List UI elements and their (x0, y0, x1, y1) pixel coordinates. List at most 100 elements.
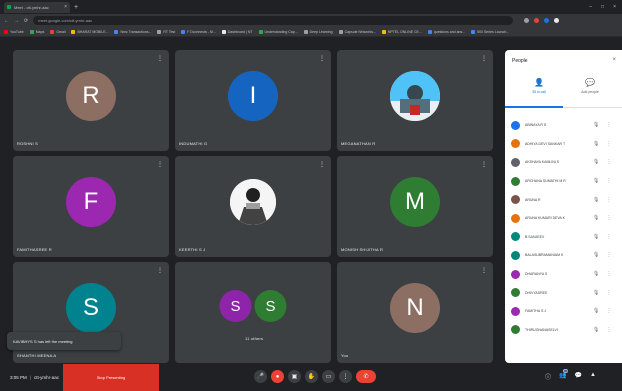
participant-name: ADHIYA DEVI SANKAR T (525, 141, 566, 146)
participant-row[interactable]: BALASUBRAMANIAM K 🎙 ⋮ (505, 246, 622, 265)
bookmark-item[interactable]: Deep Learning (303, 29, 333, 34)
participant-avatar (511, 157, 520, 167)
participant-tile[interactable]: I ⋮ INDUMATHI G (175, 50, 331, 151)
reload-icon[interactable]: ⟳ (24, 18, 28, 24)
participant-avatar (511, 139, 520, 149)
extension-icon[interactable] (534, 18, 540, 23)
participant-row[interactable]: ARUNA KUMARI DEVA K 🎙 ⋮ (505, 209, 622, 228)
more-options-icon[interactable]: ⋮ (606, 234, 611, 240)
tile-more-icon[interactable]: ⋮ (157, 161, 163, 168)
extension-icon[interactable] (544, 18, 550, 23)
participant-row[interactable]: ARCHANA SUMATHI M R 🎙 ⋮ (505, 172, 622, 191)
participant-avatar (511, 250, 520, 260)
participant-row[interactable]: DHIVYASREE 🎙 ⋮ (505, 283, 622, 302)
participant-row[interactable]: AKSHAYA KAMLINI S 🎙 ⋮ (505, 153, 622, 172)
tab-title: Meet - ctt-ymhr-aac (14, 4, 49, 10)
back-icon[interactable]: ← (4, 18, 9, 24)
new-tab-button[interactable]: + (74, 4, 78, 11)
participant-row[interactable]: FAMITHA S J 🎙 ⋮ (505, 302, 622, 321)
participant-avatar (511, 269, 520, 279)
more-options-icon[interactable]: ⋮ (606, 327, 611, 333)
captions-button[interactable]: ▣ (288, 370, 301, 383)
add-person-icon: 💬 (585, 78, 595, 87)
more-options-icon[interactable]: ⋮ (606, 159, 611, 165)
participant-avatar (511, 213, 520, 223)
tile-more-icon[interactable]: ⋮ (157, 267, 163, 274)
participant-name: You (341, 353, 349, 358)
tab-add-people[interactable]: 💬 Add people (565, 78, 615, 94)
bookmark-item[interactable]: BHARAT MOBILE... (71, 29, 108, 34)
more-options-icon[interactable]: ⋮ (606, 122, 611, 128)
bookmark-item[interactable]: questions and ans... (427, 29, 465, 34)
bookmark-item[interactable]: Gmail (50, 29, 65, 34)
more-options-icon[interactable]: ⋮ (606, 141, 611, 147)
participant-tile[interactable]: ⋮ KEERTHI S J (175, 156, 331, 257)
minimize-button[interactable]: – (589, 4, 592, 10)
activities-icon[interactable]: ▲ (590, 372, 596, 381)
participant-avatar (511, 195, 520, 205)
browser-tab[interactable]: Meet - ctt-ymhr-aac × (4, 1, 70, 13)
url-bar[interactable]: meet.google.com/ctt-ymhr-aac (33, 16, 514, 25)
bookmark-item[interactable]: Maps (29, 29, 44, 34)
more-options-icon[interactable]: ⋮ (606, 252, 611, 258)
participant-row[interactable]: ADHIYA DEVI SANKAR T 🎙 ⋮ (505, 135, 622, 154)
tile-more-icon[interactable]: ⋮ (319, 55, 325, 62)
participant-name: ARCHANA SUMATHI M R (525, 179, 566, 184)
chat-icon[interactable]: 💬 (575, 372, 582, 381)
more-options-icon[interactable]: ⋮ (606, 271, 611, 277)
bookmark-item[interactable]: Nmc Transactions... (114, 29, 151, 34)
forward-icon[interactable]: → (14, 18, 19, 24)
raise-hand-button[interactable]: ✋ (305, 370, 318, 383)
more-options-button[interactable]: ⋮ (339, 370, 352, 383)
tile-more-icon[interactable]: ⋮ (481, 55, 487, 62)
participant-tile[interactable]: M ⋮ MONISH SHIJITHA R (337, 156, 493, 257)
present-button[interactable]: ▭ (322, 370, 335, 383)
participant-tile[interactable]: R ⋮ ROSHNI S (13, 50, 169, 151)
bookmark-item[interactable]: Capsule Networks... (338, 29, 376, 34)
participant-row[interactable]: DHARANYA S 🎙 ⋮ (505, 265, 622, 284)
tile-more-icon[interactable]: ⋮ (319, 161, 325, 168)
bookmark-item[interactable]: RT Test (157, 29, 175, 34)
tab-in-call[interactable]: 👤 35 in call (514, 78, 564, 94)
participant-avatar (511, 288, 520, 298)
more-options-icon[interactable]: ⋮ (606, 308, 611, 314)
tile-more-icon[interactable]: ⋮ (157, 55, 163, 62)
bookmark-item[interactable]: YouTube (4, 29, 24, 34)
meeting-details-icon[interactable]: ⓘ (545, 372, 551, 381)
more-options-icon[interactable]: ⋮ (606, 197, 611, 203)
participant-row[interactable]: THIRUGNANASELVI 🎙 ⋮ (505, 321, 622, 340)
participant-name: KEERTHI S J (179, 247, 206, 252)
microphone-button[interactable]: 🎤 (254, 370, 267, 383)
bookmark-item[interactable]: Dashboard | NT (221, 29, 253, 34)
others-tile[interactable]: S S 11 others (175, 262, 331, 363)
camera-off-button[interactable]: ● (271, 370, 284, 383)
bookmark-item[interactable]: 500 Series Launch... (471, 29, 509, 34)
participant-row[interactable]: ABINAYA R S 🎙 ⋮ (505, 116, 622, 135)
participant-tile[interactable]: F ⋮ FAMITHASREE R (13, 156, 169, 257)
people-icon[interactable]: 👥 35 (559, 369, 569, 381)
bookmark-item[interactable]: Understanding Cap... (258, 29, 298, 34)
close-window-button[interactable]: × (613, 4, 616, 10)
more-options-icon[interactable]: ⋮ (606, 215, 611, 221)
participant-name: ARUNA R (525, 197, 541, 202)
participant-row[interactable]: ARUNA R 🎙 ⋮ (505, 190, 622, 209)
tile-more-icon[interactable]: ⋮ (481, 267, 487, 274)
self-tile[interactable]: N ⋮ You (337, 262, 493, 363)
tab-label: 35 in call (532, 90, 546, 94)
tab-close-icon[interactable]: × (64, 4, 67, 10)
leave-call-button[interactable]: ✆ (356, 370, 376, 383)
bookmark-item[interactable]: F Dconnects - M... (181, 29, 216, 34)
more-options-icon[interactable]: ⋮ (606, 290, 611, 296)
maximize-button[interactable]: □ (601, 4, 604, 10)
more-options-icon[interactable]: ⋮ (606, 178, 611, 184)
bookmark-item[interactable]: NPTEL ONLINE CE... (381, 29, 422, 34)
participant-name: FAMITHASREE R (17, 247, 52, 252)
tile-more-icon[interactable]: ⋮ (481, 161, 487, 168)
stop-presenting-button[interactable]: Stop Presenting (63, 364, 159, 391)
participant-row[interactable]: B SANJEEV 🎙 ⋮ (505, 228, 622, 247)
extension-icon[interactable] (524, 18, 530, 23)
profile-avatar[interactable] (554, 18, 560, 23)
participant-tile[interactable]: ⋮ MEGANATHAN R (337, 50, 493, 151)
close-icon[interactable]: × (612, 57, 616, 63)
url-text: meet.google.com/ctt-ymhr-aac (38, 18, 93, 23)
